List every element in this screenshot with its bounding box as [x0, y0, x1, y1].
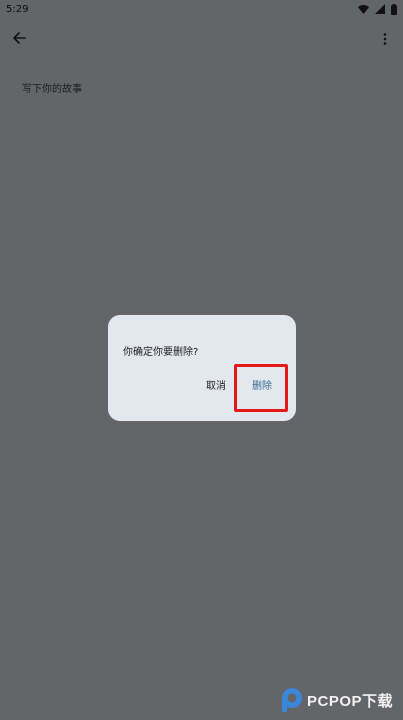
battery-icon: [391, 3, 397, 15]
back-button[interactable]: [8, 28, 30, 50]
signal-icon: [375, 4, 385, 14]
story-placeholder: 写下你的故事: [22, 84, 82, 95]
arrow-left-icon: [12, 30, 26, 49]
pcpop-logo-icon: [280, 687, 304, 713]
wifi-icon: [358, 4, 369, 14]
story-input[interactable]: 写下你的故事: [22, 80, 382, 100]
watermark-text: PCPOP下载: [307, 692, 394, 710]
dialog-message: 你确定你要删除?: [123, 347, 199, 358]
app-bar: [0, 18, 403, 60]
status-bar: 5:29: [0, 0, 403, 18]
cancel-button[interactable]: 取消: [202, 379, 230, 395]
status-icons: [358, 3, 397, 15]
delete-highlight-annotation: [234, 364, 288, 412]
more-options-button[interactable]: [375, 28, 395, 50]
watermark: PCPOP下载: [280, 685, 400, 715]
status-time: 5:29: [6, 3, 29, 15]
more-vertical-icon: [383, 30, 387, 49]
